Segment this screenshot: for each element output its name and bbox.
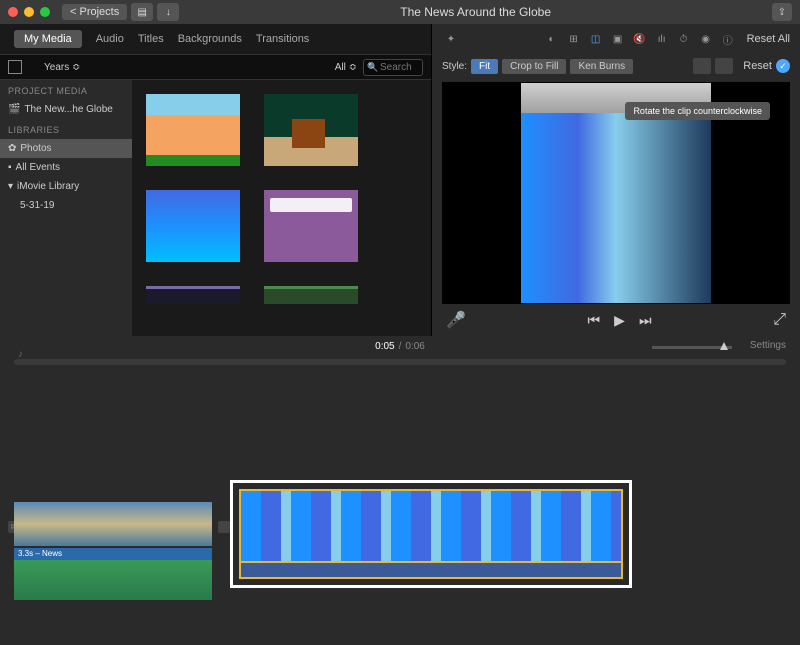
prev-button[interactable]: ⏮ <box>588 312 601 329</box>
media-thumb[interactable] <box>264 94 358 166</box>
selected-clip-outline <box>230 480 632 588</box>
next-button[interactable]: ⏭ <box>639 312 652 329</box>
sidebar-item-photos[interactable]: ✿ Photos <box>0 139 132 158</box>
play-button[interactable]: ▶ <box>614 312 625 329</box>
projects-button[interactable]: < Projects <box>62 4 127 20</box>
tab-titles[interactable]: Titles <box>138 33 164 45</box>
zoom-slider-handle[interactable] <box>720 342 728 350</box>
media-tabs: My Media Audio Titles Backgrounds Transi… <box>0 24 431 54</box>
auto-enhance-icon[interactable]: ✦ <box>442 30 460 48</box>
mic-icon[interactable]: 🎤 <box>446 310 466 330</box>
tab-my-media[interactable]: My Media <box>14 30 82 48</box>
years-filter[interactable]: Years ≎ <box>44 62 80 73</box>
search-icon: 🔍 <box>367 62 378 73</box>
fullscreen-viewer-button[interactable]: ⤢ <box>773 311 786 329</box>
share-button[interactable]: ⇪ <box>772 3 792 21</box>
timeline-clip-audio[interactable] <box>14 560 212 600</box>
media-thumb[interactable] <box>264 190 358 262</box>
track-control-mid[interactable] <box>218 521 230 533</box>
transport-bar: 🎤 ⏮ ▶ ⏭ ⤢ <box>432 304 800 336</box>
media-thumb[interactable] <box>146 94 240 166</box>
apply-check-button[interactable]: ✓ <box>776 59 790 73</box>
fit-button[interactable]: Fit <box>471 59 498 74</box>
fullscreen-icon[interactable] <box>40 7 50 17</box>
close-icon[interactable] <box>8 7 18 17</box>
sidebar-item-project[interactable]: 🎬 The New...he Globe <box>0 100 132 119</box>
speed-icon[interactable]: ⏱ <box>675 30 693 48</box>
reset-crop-button[interactable]: Reset <box>743 60 772 72</box>
preview-viewer[interactable]: Rotate the clip counterclockwise <box>442 82 790 304</box>
audio-clip-label[interactable]: 3.3s – News <box>14 548 212 560</box>
ken-burns-button[interactable]: Ken Burns <box>570 59 633 74</box>
tab-audio[interactable]: Audio <box>96 33 124 45</box>
timeline-area: 0:05 / 0:06 Settings ⊳ 3.3s – News ♪ <box>0 336 800 356</box>
current-time: 0:05 <box>375 341 394 352</box>
timeline-clip-selected[interactable] <box>239 489 623 563</box>
search-wrap: 🔍 <box>363 59 423 76</box>
layout-toggle-button[interactable]: ▤ <box>131 3 153 21</box>
project-media-header: PROJECT MEDIA <box>0 80 132 100</box>
timeline-clip-selected-audio[interactable] <box>239 563 623 579</box>
info-icon[interactable]: ⓘ <box>719 30 737 48</box>
projects-label: Projects <box>79 6 119 18</box>
media-sidebar: PROJECT MEDIA 🎬 The New...he Globe LIBRA… <box>0 80 132 336</box>
color-correct-icon[interactable]: ⊞ <box>565 30 583 48</box>
noise-icon[interactable]: ılı <box>653 30 671 48</box>
sidebar-item-date[interactable]: 5-31-19 <box>0 196 132 215</box>
timeline-clip-map[interactable] <box>14 502 212 546</box>
sidebar-item-all-events[interactable]: ▪ All Events <box>0 158 132 177</box>
tab-transitions[interactable]: Transitions <box>256 33 309 45</box>
project-title: The News Around the Globe <box>179 5 772 19</box>
media-thumb[interactable] <box>146 286 240 304</box>
total-time: 0:06 <box>405 341 424 352</box>
media-thumb[interactable] <box>264 286 358 304</box>
sidebar-item-imovie-library[interactable]: ▾ iMovie Library <box>0 177 132 196</box>
time-separator: / <box>399 341 402 352</box>
timeline-scrollbar[interactable] <box>14 359 786 365</box>
effects-toolbar: ✦ ◐ ⊞ ◫ ▣ 🔇 ılı ⏱ ◉ ⓘ Reset All <box>432 24 800 54</box>
timeline-settings-button[interactable]: Settings <box>750 340 786 351</box>
crop-style-row: Style: Fit Crop to Fill Ken Burns Reset … <box>432 54 800 78</box>
rotate-tooltip: Rotate the clip counterclockwise <box>625 102 770 120</box>
style-label: Style: <box>442 61 467 72</box>
sidebar-toggle-button[interactable] <box>8 60 22 74</box>
filter-bar: Years ≎ All ≎ 🔍 <box>0 54 431 80</box>
all-filter[interactable]: All ≎ <box>335 62 357 73</box>
libraries-header: LIBRARIES <box>0 119 132 139</box>
media-browser[interactable] <box>132 80 431 336</box>
minimize-icon[interactable] <box>24 7 34 17</box>
crop-to-fill-button[interactable]: Crop to Fill <box>502 59 566 74</box>
reset-all-button[interactable]: Reset All <box>747 33 790 45</box>
titlebar: < Projects ▤ ↓ The News Around the Globe… <box>0 0 800 24</box>
rotate-ccw-button[interactable] <box>693 58 711 74</box>
import-button[interactable]: ↓ <box>157 3 179 21</box>
volume-icon[interactable]: 🔇 <box>631 30 649 48</box>
crop-icon[interactable]: ◫ <box>587 30 605 48</box>
stabilization-icon[interactable]: ▣ <box>609 30 627 48</box>
filter-icon[interactable]: ◉ <box>697 30 715 48</box>
tab-backgrounds[interactable]: Backgrounds <box>178 33 242 45</box>
window-controls <box>8 7 50 17</box>
rotate-cw-button[interactable] <box>715 58 733 74</box>
color-balance-icon[interactable]: ◐ <box>543 30 561 48</box>
media-thumb[interactable] <box>146 190 240 262</box>
